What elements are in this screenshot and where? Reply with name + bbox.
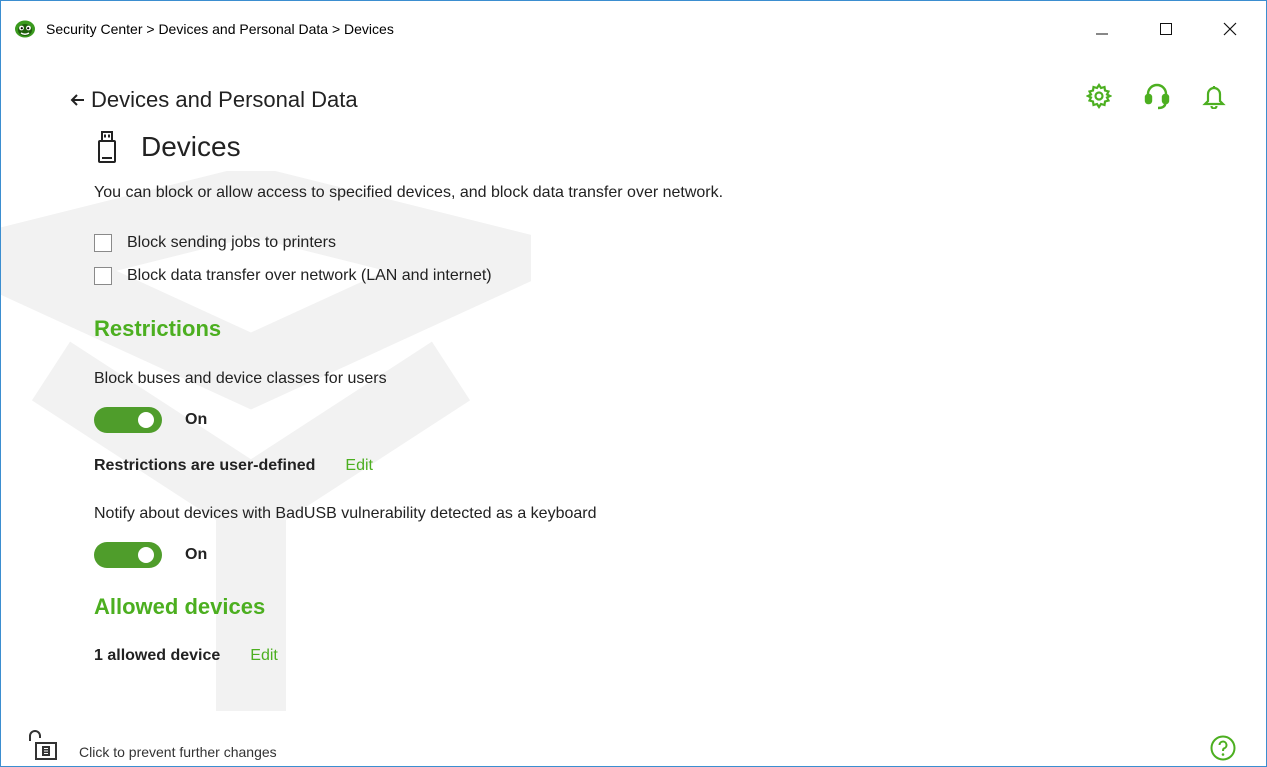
toggle-knob bbox=[138, 547, 154, 563]
back-link-label: Devices and Personal Data bbox=[91, 87, 358, 112]
checkbox-box[interactable] bbox=[94, 267, 112, 285]
toggle-state-label: On bbox=[185, 546, 208, 563]
block-buses-toggle[interactable] bbox=[94, 407, 162, 433]
block-buses-label: Block buses and device classes for users bbox=[94, 370, 387, 387]
allowed-devices-heading: Allowed devices bbox=[94, 594, 266, 619]
restrictions-status: Restrictions are user-defined bbox=[94, 457, 316, 474]
back-link[interactable]: Devices and Personal Data bbox=[69, 87, 358, 113]
allowed-devices-row: 1 allowed device Edit bbox=[94, 647, 278, 665]
title-bar: Security Center > Devices and Personal D… bbox=[1, 1, 1266, 59]
checkbox-label: Block sending jobs to printers bbox=[127, 234, 336, 251]
block-printers-checkbox[interactable]: Block sending jobs to printers bbox=[94, 234, 336, 252]
arrow-left-icon bbox=[70, 94, 84, 106]
allowed-devices-count: 1 allowed device bbox=[94, 647, 221, 664]
window-title: Security Center > Devices and Personal D… bbox=[46, 21, 394, 37]
minimize-button[interactable] bbox=[1079, 11, 1125, 47]
toggle-state-label: On bbox=[185, 411, 208, 428]
support-button[interactable] bbox=[1142, 81, 1172, 111]
lock-settings-text: Click to prevent further changes bbox=[79, 744, 277, 760]
checkbox-label: Block data transfer over network (LAN an… bbox=[127, 267, 492, 284]
close-icon bbox=[1223, 22, 1237, 36]
block-buses-toggle-row: On bbox=[94, 407, 207, 433]
badusb-toggle-row: On bbox=[94, 542, 207, 568]
app-logo-icon bbox=[15, 20, 35, 38]
restrictions-heading: Restrictions bbox=[94, 316, 222, 341]
block-network-checkbox[interactable]: Block data transfer over network (LAN an… bbox=[94, 267, 492, 285]
usb-drive-icon bbox=[98, 131, 116, 163]
gear-icon bbox=[1086, 83, 1112, 109]
support-headset-icon bbox=[1144, 83, 1170, 110]
toggle-knob bbox=[138, 412, 154, 428]
badusb-toggle[interactable] bbox=[94, 542, 162, 568]
maximize-button[interactable] bbox=[1143, 11, 1189, 47]
minimize-icon bbox=[1096, 33, 1108, 35]
settings-button[interactable] bbox=[1084, 81, 1114, 111]
lock-settings-control[interactable]: Click to prevent further changes bbox=[26, 729, 277, 761]
app-window: Security Center > Devices and Personal D… bbox=[0, 0, 1267, 767]
page-title: Devices bbox=[141, 131, 241, 162]
close-button[interactable] bbox=[1207, 11, 1253, 47]
maximize-icon bbox=[1160, 23, 1172, 35]
edit-restrictions-link[interactable]: Edit bbox=[345, 457, 373, 475]
restrictions-status-row: Restrictions are user-defined Edit bbox=[94, 457, 373, 475]
page-description: You can block or allow access to specifi… bbox=[94, 184, 724, 201]
bell-icon bbox=[1202, 86, 1226, 109]
page-header: Devices bbox=[97, 131, 241, 163]
help-icon[interactable] bbox=[1210, 735, 1236, 761]
badusb-label: Notify about devices with BadUSB vulnera… bbox=[94, 505, 597, 522]
unlocked-padlock-icon bbox=[29, 730, 57, 760]
checkbox-box[interactable] bbox=[94, 234, 112, 252]
edit-allowed-devices-link[interactable]: Edit bbox=[250, 647, 278, 665]
notifications-button[interactable] bbox=[1199, 81, 1229, 111]
